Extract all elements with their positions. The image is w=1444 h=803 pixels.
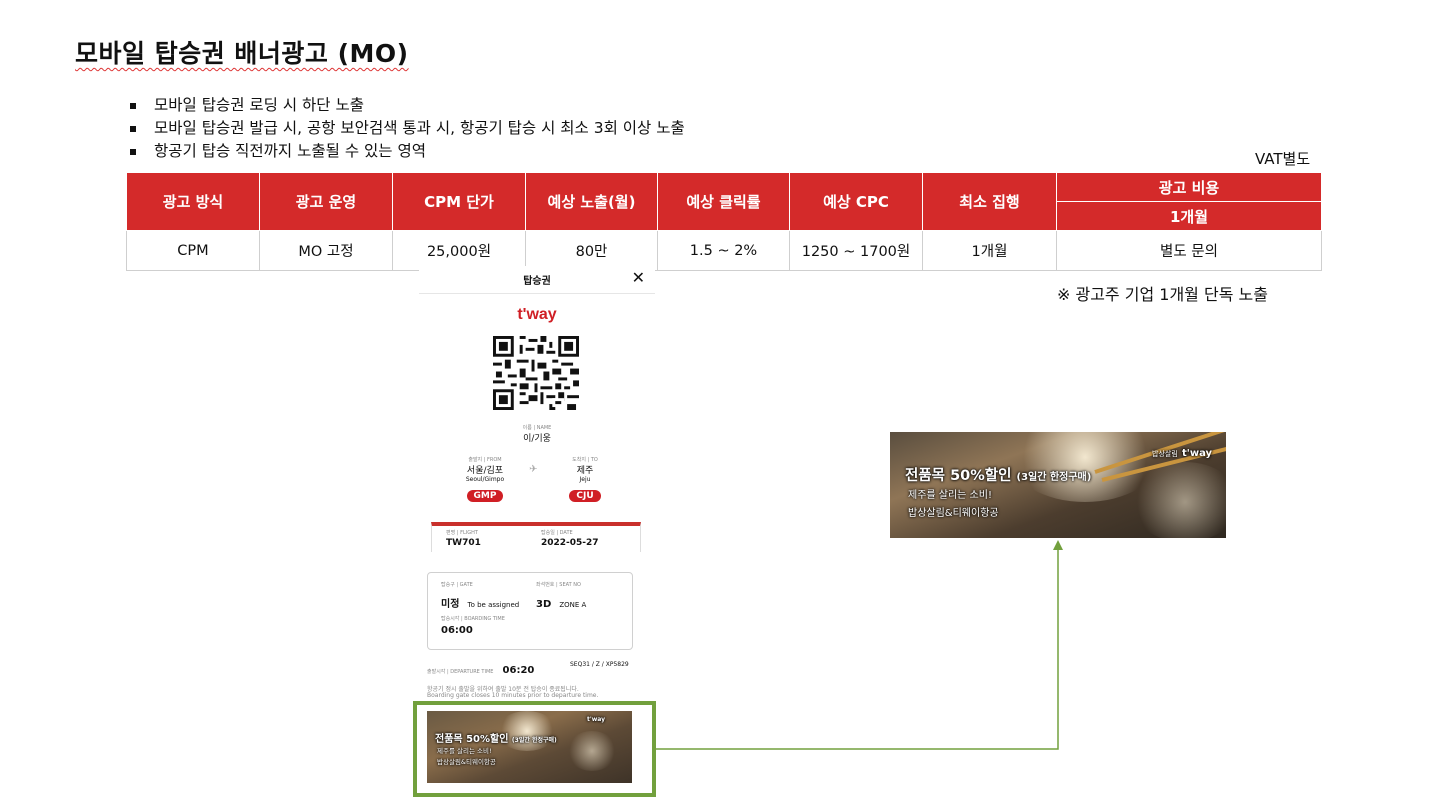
food-highlight bbox=[567, 731, 617, 771]
from-city: 서울/김포 bbox=[466, 466, 504, 476]
banner-ad-highlight[interactable]: t'way 전품목 50%할인 (3일간 한정구매) 제주를 살리는 소비! 밥… bbox=[413, 701, 656, 797]
banner-headline: 전품목 50%할인 bbox=[905, 468, 1012, 484]
banner-ad-small[interactable]: t'way 전품목 50%할인 (3일간 한정구매) 제주를 살리는 소비! 밥… bbox=[427, 711, 632, 783]
qr-code-icon bbox=[493, 336, 579, 410]
banner-brand-logo: t'way bbox=[1182, 448, 1213, 459]
exclusive-note: ※ 광고주 기업 1개월 단독 노출 bbox=[1057, 285, 1268, 304]
header-ad-operation: 광고 운영 bbox=[259, 172, 393, 231]
seat-label: 좌석번호 | SEAT NO bbox=[536, 582, 581, 588]
header-ad-cost: 광고 비용 bbox=[1056, 172, 1322, 202]
header-expected-impressions: 예상 노출(월) bbox=[525, 172, 658, 231]
departure-time: 06:20 bbox=[502, 665, 535, 676]
flight-number: TW701 bbox=[446, 538, 481, 548]
to-code-badge: CJU bbox=[569, 490, 601, 502]
departure-row: 출발시각 | DEPARTURE TIME 06:20 bbox=[427, 658, 534, 677]
banner-line-2: 제주를 살리는 소비! bbox=[437, 747, 492, 755]
feature-list: 모바일 탑승권 로딩 시 하단 노출 모바일 탑승권 발급 시, 공항 보안검색… bbox=[128, 94, 685, 163]
gate-label: 탑승구 | GATE bbox=[441, 582, 473, 588]
header-minimum-run: 최소 집행 bbox=[922, 172, 1057, 231]
table-row: CPM MO 고정 25,000원 80만 1.5 ~ 2% 1250 ~ 17… bbox=[126, 230, 1322, 271]
header-ad-cost-period: 1개월 bbox=[1056, 201, 1322, 231]
banner-headline: 전품목 50%할인 bbox=[435, 734, 509, 745]
table-cell: 별도 문의 bbox=[1056, 230, 1322, 271]
origin-block: 출발지 | FROM 서울/김포 Seoul/Gimpo GMP bbox=[449, 456, 521, 502]
banner-line-3: 밥상살림&티웨이항공 bbox=[908, 508, 999, 519]
tway-logo: t'way bbox=[517, 306, 557, 323]
list-item: 항공기 탑승 직전까지 노출될 수 있는 영역 bbox=[128, 140, 685, 163]
vat-note: VAT별도 bbox=[1255, 150, 1311, 168]
seat-zone: ZONE A bbox=[559, 601, 587, 609]
table-cell: 80만 bbox=[525, 230, 658, 271]
close-icon[interactable]: ✕ bbox=[632, 268, 645, 287]
from-label: 출발지 | FROM bbox=[468, 457, 502, 463]
boarding-time: 06:00 bbox=[441, 625, 473, 636]
banner-headline-sub: (3일간 한정구매) bbox=[511, 737, 557, 744]
from-code-badge: GMP bbox=[466, 490, 504, 502]
seat-value: 3D bbox=[536, 599, 552, 610]
boarding-notice-en: Boarding gate closes 10 minutes prior to… bbox=[427, 692, 599, 699]
departure-label: 출발시각 | DEPARTURE TIME bbox=[427, 669, 494, 675]
food-highlight bbox=[1130, 462, 1226, 538]
gate-value: 미정 bbox=[441, 599, 460, 610]
pricing-table: 광고 방식 광고 운영 CPM 단가 예상 노출(월) 예상 클릭률 예상 CP… bbox=[126, 172, 1322, 271]
from-city-en: Seoul/Gimpo bbox=[465, 476, 505, 483]
banner-brand-logo: t'way bbox=[587, 716, 606, 723]
to-label: 도착지 | TO bbox=[572, 457, 598, 463]
banner-headline-sub: (3일간 한정구매) bbox=[1016, 472, 1092, 483]
header-expected-ctr: 예상 클릭률 bbox=[657, 172, 790, 231]
boarding-time-label: 탑승시각 | BOARDING TIME bbox=[441, 616, 505, 622]
list-item: 모바일 탑승권 로딩 시 하단 노출 bbox=[128, 94, 685, 117]
destination-block: 도착지 | TO 제주 Jeju CJU bbox=[552, 456, 618, 502]
passenger-name: 이/기웅 bbox=[523, 434, 551, 444]
name-label: 이름 | NAME bbox=[522, 425, 552, 431]
banner-ad-enlarged[interactable]: 밥상살림 t'way 전품목 50%할인 (3일간 한정구매) 제주를 살리는 … bbox=[890, 432, 1226, 538]
gate-note: To be assigned bbox=[467, 601, 520, 609]
header-cpm-price: CPM 단가 bbox=[392, 172, 526, 231]
flight-info-box: 편명 | FLIGHT TW701 탑승일 | DATE 2022-05-27 bbox=[431, 522, 641, 552]
table-cell: 1250 ~ 1700원 bbox=[789, 230, 923, 271]
banner-line-3: 밥상살림&티웨이항공 bbox=[437, 758, 496, 766]
page-title: 모바일 탑승권 배너광고 (MO) bbox=[75, 39, 409, 68]
header-ad-method: 광고 방식 bbox=[126, 172, 260, 231]
banner-line-2: 제주를 살리는 소비! bbox=[908, 490, 992, 501]
table-cell: 1개월 bbox=[922, 230, 1057, 271]
to-city-en: Jeju bbox=[579, 476, 591, 483]
header-expected-cpc: 예상 CPC bbox=[789, 172, 923, 231]
flight-label: 편명 | FLIGHT bbox=[446, 530, 478, 536]
table-cell: CPM bbox=[126, 230, 260, 271]
flight-date: 2022-05-27 bbox=[541, 538, 599, 548]
table-cell: 25,000원 bbox=[392, 230, 526, 271]
table-cell: MO 고정 bbox=[259, 230, 393, 271]
banner-brand-name: 밥상살림 bbox=[1152, 450, 1178, 458]
gate-seat-box: 탑승구 | GATE 미정 To be assigned 좌석번호 | SEAT… bbox=[427, 572, 633, 650]
date-label: 탑승일 | DATE bbox=[541, 530, 573, 536]
list-item: 모바일 탑승권 발급 시, 공항 보안검색 통과 시, 항공기 탑승 시 최소 … bbox=[128, 117, 685, 140]
table-cell: 1.5 ~ 2% bbox=[657, 230, 790, 271]
to-city: 제주 bbox=[576, 466, 594, 476]
boarding-pass-header: 탑승권 ✕ bbox=[419, 266, 655, 294]
sequence-code: SEQ31 / Z / XP5829 bbox=[570, 661, 629, 668]
plane-icon: ✈ bbox=[529, 464, 538, 475]
boarding-pass-title: 탑승권 bbox=[523, 276, 551, 287]
